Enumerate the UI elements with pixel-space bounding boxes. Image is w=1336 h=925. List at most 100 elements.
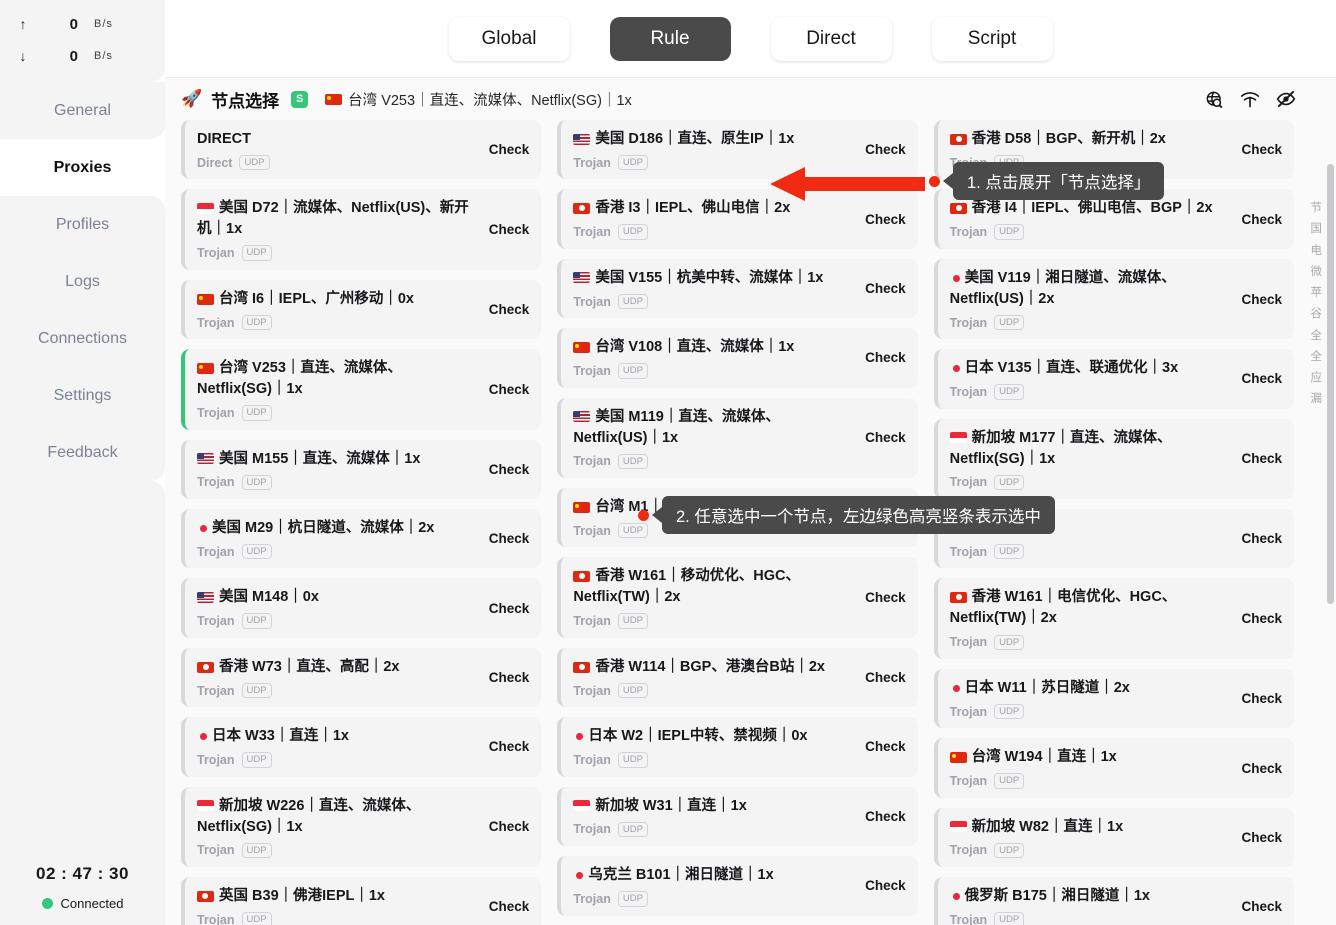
proxy-card[interactable]: 日本 W33｜直连｜1x Trojan UDP Check	[181, 717, 542, 777]
check-button[interactable]: Check	[489, 601, 530, 616]
check-button[interactable]: Check	[1241, 531, 1282, 546]
proxy-card[interactable]: 香港 W73｜直连、高配｜2x Trojan UDP Check	[181, 647, 542, 708]
sidebar-item-feedback[interactable]: Feedback	[0, 424, 165, 481]
rail-item[interactable]: 应	[1311, 368, 1323, 389]
category-rail[interactable]: 节国电微苹谷全全应漏	[1311, 198, 1323, 411]
check-button[interactable]: Check	[865, 430, 906, 445]
check-button[interactable]: Check	[1241, 761, 1282, 776]
check-button[interactable]: Check	[489, 382, 530, 397]
check-button[interactable]: Check	[1241, 899, 1282, 914]
vertical-scrollbar[interactable]	[1327, 164, 1334, 925]
proxy-card[interactable]: 英国 B39｜佛港IEPL｜1x Trojan UDP Check	[181, 877, 542, 925]
proxy-card[interactable]: 美国 M148｜0x Trojan UDP Check	[181, 578, 542, 638]
proxy-card[interactable]: 美国 V119｜湘日隧道、流媒体、Netflix(US)｜2x Trojan UDP…	[933, 258, 1294, 340]
tab-global[interactable]: Global	[448, 16, 570, 61]
sidebar-item-profiles[interactable]: Profiles	[0, 196, 165, 253]
speedtest-icon[interactable]	[1240, 89, 1260, 109]
check-button[interactable]: Check	[489, 899, 530, 914]
sidebar-item-general[interactable]: General	[0, 82, 165, 139]
check-button[interactable]: Check	[865, 350, 906, 365]
proxy-card[interactable]: 日本 W2｜IEPL中转、禁视频｜0x Trojan UDP Check	[557, 717, 918, 777]
check-button[interactable]: Check	[1241, 830, 1282, 845]
check-button[interactable]: Check	[865, 212, 906, 227]
sidebar-item-settings[interactable]: Settings	[0, 367, 165, 424]
tab-direct[interactable]: Direct	[770, 16, 892, 61]
rail-item[interactable]: 微	[1311, 262, 1323, 283]
proxy-name: 美国 M119｜直连、流媒体、Netflix(US)｜1x	[573, 407, 851, 449]
scrollbar-thumb[interactable]	[1327, 164, 1334, 604]
proxy-group-header[interactable]: 🚀 节点选择 S 台湾 V253｜直连、流媒体、Netflix(SG)｜1x	[173, 78, 1336, 120]
check-button[interactable]: Check	[865, 281, 906, 296]
proxy-card[interactable]: 新加坡 M177｜直连、流媒体、Netflix(SG)｜1x Trojan UDP C…	[933, 418, 1294, 500]
rail-item[interactable]: 电	[1311, 241, 1323, 262]
rail-item[interactable]: 全	[1311, 326, 1323, 347]
proxy-name-text: 美国 D186｜直连、原生IP｜1x	[595, 131, 795, 147]
rail-item[interactable]: 节	[1311, 198, 1323, 219]
check-button[interactable]: Check	[865, 590, 906, 605]
check-button[interactable]: Check	[489, 462, 530, 477]
check-button[interactable]: Check	[865, 670, 906, 685]
udp-badge: UDP	[994, 912, 1025, 925]
proxy-card[interactable]: 日本 W11｜苏日隧道｜2x Trojan UDP Check	[933, 668, 1294, 729]
rail-item[interactable]: 谷	[1311, 304, 1323, 325]
proxy-card[interactable]: DIRECT Direct UDP Check	[181, 120, 542, 180]
proxy-protocol: Trojan	[949, 774, 988, 788]
sidebar-item-proxies[interactable]: Proxies	[0, 139, 165, 196]
rail-item[interactable]: 苹	[1311, 283, 1323, 304]
proxy-card[interactable]: 新加坡 W82｜直连｜1x Trojan UDP Check	[933, 807, 1294, 868]
check-button[interactable]: Check	[1241, 691, 1282, 706]
proxy-card[interactable]: 美国 M29｜杭日隧道、流媒体｜2x Trojan UDP Check	[181, 509, 542, 569]
proxy-card[interactable]: 台湾 I6｜IEPL、广州移动｜0x Trojan UDP Check	[181, 279, 542, 340]
check-button[interactable]: Check	[865, 739, 906, 754]
rail-item[interactable]: 漏	[1311, 389, 1323, 410]
check-button[interactable]: Check	[1241, 451, 1282, 466]
proxy-card[interactable]: 美国 M119｜直连、流媒体、Netflix(US)｜1x Trojan UDP Ch…	[557, 397, 918, 479]
check-button[interactable]: Check	[1241, 371, 1282, 386]
check-button[interactable]: Check	[489, 739, 530, 754]
proxy-card[interactable]: 日本 V135｜直连、联通优化｜3x Trojan UDP Check	[933, 349, 1294, 409]
check-button[interactable]: Check	[489, 142, 530, 157]
check-button[interactable]: Check	[489, 819, 530, 834]
proxy-card[interactable]: 台湾 V108｜直连、流媒体｜1x Trojan UDP Check	[557, 328, 918, 388]
sidebar-item-logs[interactable]: Logs	[0, 253, 165, 310]
proxy-card[interactable]: 香港 W114｜BGP、港澳台B站｜2x Trojan UDP Check	[557, 647, 918, 708]
check-button[interactable]: Check	[1241, 292, 1282, 307]
eye-off-icon[interactable]	[1276, 89, 1296, 109]
check-button[interactable]: Check	[865, 878, 906, 893]
proxy-card[interactable]: 美国 M155｜直连、流媒体｜1x Trojan UDP Check	[181, 439, 542, 500]
proxy-card-body: 新加坡 W31｜直连｜1x Trojan UDP	[573, 796, 851, 838]
proxy-name: 日本 W11｜苏日隧道｜2x	[950, 678, 1228, 699]
proxy-card-selected[interactable]: 台湾 V253｜直连、流媒体、Netflix(SG)｜1x Trojan UDP Ch…	[181, 349, 542, 430]
proxy-card[interactable]: 乌克兰 B101｜湘日隧道｜1x Trojan UDP Check	[557, 856, 918, 916]
rail-item[interactable]: 全	[1311, 347, 1323, 368]
check-button[interactable]: Check	[865, 142, 906, 157]
proxy-card[interactable]: 俄罗斯 B175｜湘日隧道｜1x Trojan UDP Check	[933, 877, 1294, 925]
proxy-protocol: Trojan	[197, 683, 235, 698]
check-button[interactable]: Check	[489, 670, 530, 685]
proxy-card[interactable]: 香港 W161｜电信优化、HGC、Netflix(TW)｜2x Trojan UDP…	[933, 578, 1294, 659]
check-button[interactable]: Check	[489, 302, 530, 317]
sidebar-item-connections[interactable]: Connections	[0, 310, 165, 367]
check-button[interactable]: Check	[1241, 611, 1282, 626]
proxy-protocol: Trojan	[197, 614, 235, 629]
upload-traffic-row: ↑ 0 B/s	[0, 8, 165, 40]
proxy-name-text: 美国 D72｜流媒体、Netflix(US)、新开机｜1x	[197, 200, 469, 238]
tab-rule[interactable]: Rule	[609, 16, 731, 61]
proxy-card[interactable]: 新加坡 W226｜直连、流媒体、Netflix(SG)｜1x Trojan UDP C…	[181, 786, 542, 868]
proxy-name-text: 台湾 V253｜直连、流媒体、Netflix(SG)｜1x	[197, 360, 402, 398]
proxy-card[interactable]: 香港 W161｜移动优化、HGC、Netflix(TW)｜2x Trojan UDP…	[557, 557, 918, 638]
proxy-card[interactable]: 美国 V155｜杭美中转、流媒体｜1x Trojan UDP Check	[557, 258, 918, 319]
rail-item[interactable]: 国	[1311, 219, 1323, 240]
tab-script[interactable]: Script	[931, 16, 1053, 61]
status-badge: Connected	[60, 896, 124, 911]
check-button[interactable]: Check	[865, 809, 906, 824]
check-button[interactable]: Check	[489, 222, 530, 237]
proxy-card[interactable]: 新加坡 W31｜直连｜1x Trojan UDP Check	[557, 786, 918, 847]
proxy-name-text: 新加坡 M177｜直连、流媒体、Netflix(SG)｜1x	[949, 429, 1172, 467]
globe-search-icon[interactable]	[1205, 90, 1224, 109]
check-button[interactable]: Check	[489, 531, 530, 546]
check-button[interactable]: Check	[1241, 142, 1282, 157]
check-button[interactable]: Check	[1241, 212, 1282, 227]
proxy-card[interactable]: 美国 D72｜流媒体、Netflix(US)、新开机｜1x Trojan UDP Ch…	[181, 189, 542, 270]
proxy-card[interactable]: 台湾 W194｜直连｜1x Trojan UDP Check	[933, 738, 1294, 798]
